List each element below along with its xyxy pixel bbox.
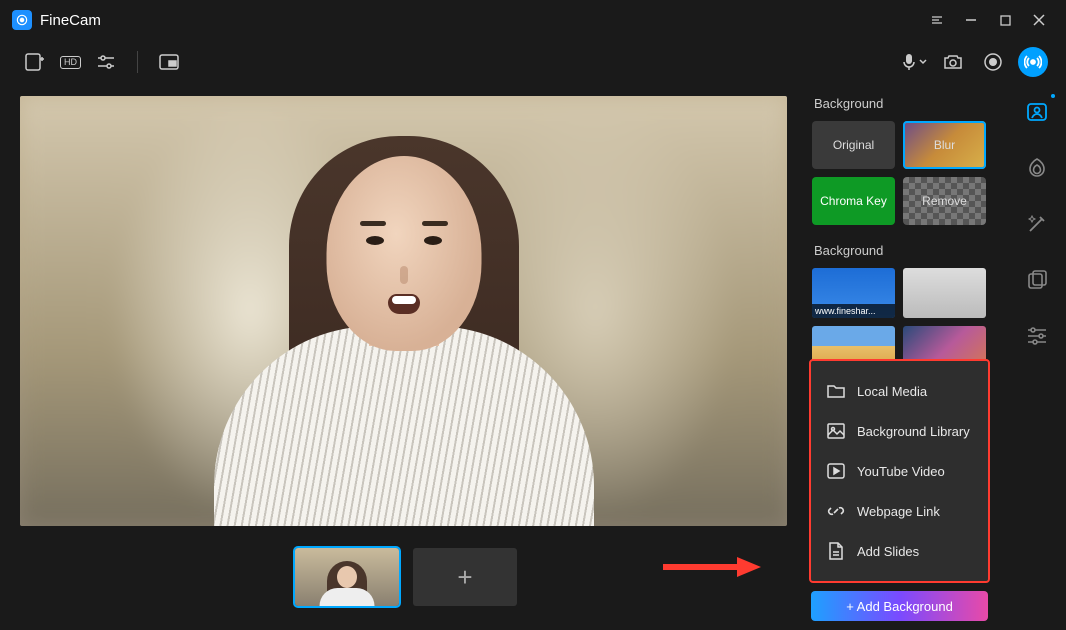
- mode-blur[interactable]: Blur: [903, 121, 986, 169]
- menu-background-library[interactable]: Background Library: [811, 411, 988, 451]
- rail-background-icon[interactable]: [1023, 98, 1051, 126]
- add-background-menu: Local Media Background Library YouTube V…: [809, 359, 990, 583]
- menu-youtube-video[interactable]: YouTube Video: [811, 451, 988, 491]
- right-rail: [1008, 84, 1066, 630]
- menu-local-media[interactable]: Local Media: [811, 371, 988, 411]
- menu-local-label: Local Media: [857, 384, 927, 399]
- menu-youtube-label: YouTube Video: [857, 464, 945, 479]
- menu-slides-label: Add Slides: [857, 544, 919, 559]
- menu-lines-icon[interactable]: [922, 5, 952, 35]
- image-icon: [827, 422, 845, 440]
- rail-adjust-icon[interactable]: [1023, 322, 1051, 350]
- add-background-label: + Add Background: [846, 599, 953, 614]
- add-scene-button[interactable]: +: [413, 548, 517, 606]
- hd-toggle[interactable]: HD: [60, 56, 81, 69]
- document-icon: [827, 542, 845, 560]
- link-icon: [827, 502, 845, 520]
- mode-original[interactable]: Original: [812, 121, 895, 169]
- annotation-arrow-icon: [663, 556, 761, 578]
- bg-tile-office[interactable]: [903, 268, 986, 318]
- app-title: FineCam: [40, 12, 101, 29]
- rail-overlay-icon[interactable]: [1023, 154, 1051, 182]
- chevron-down-icon: [918, 57, 928, 67]
- background-mode-grid: Original Blur Chroma Key Remove: [812, 121, 1000, 225]
- toolbar-left: HD: [20, 47, 184, 77]
- mode-remove[interactable]: Remove: [903, 177, 986, 225]
- titlebar: FineCam: [0, 0, 1066, 40]
- settings-sliders-icon[interactable]: [91, 47, 121, 77]
- mode-chroma-key[interactable]: Chroma Key: [812, 177, 895, 225]
- video-preview[interactable]: [20, 96, 787, 526]
- preview-column: +: [0, 84, 812, 630]
- menu-webpage-link[interactable]: Webpage Link: [811, 491, 988, 531]
- toolbar-divider: [137, 51, 138, 73]
- title-left: FineCam: [12, 10, 101, 30]
- broadcast-button[interactable]: [1018, 47, 1048, 77]
- menu-library-label: Background Library: [857, 424, 970, 439]
- rail-themes-icon[interactable]: [1023, 266, 1051, 294]
- play-icon: [827, 462, 845, 480]
- toolbar-right: [902, 47, 1048, 77]
- window-controls: [922, 5, 1054, 35]
- pip-icon[interactable]: [154, 47, 184, 77]
- add-background-button[interactable]: + Add Background: [811, 591, 988, 621]
- minimize-button[interactable]: [956, 5, 986, 35]
- maximize-button[interactable]: [990, 5, 1020, 35]
- app-logo-icon: [12, 10, 32, 30]
- rail-effects-icon[interactable]: [1023, 210, 1051, 238]
- panel-heading-modes: Background: [814, 96, 1000, 111]
- menu-webpage-label: Webpage Link: [857, 504, 940, 519]
- panel-heading-backgrounds: Background: [814, 243, 1000, 258]
- menu-add-slides[interactable]: Add Slides: [811, 531, 988, 571]
- mic-dropdown[interactable]: [902, 53, 928, 71]
- bg-tile-webpage[interactable]: [812, 268, 895, 318]
- record-icon[interactable]: [978, 47, 1008, 77]
- folder-icon: [827, 382, 845, 400]
- add-source-icon[interactable]: [20, 47, 50, 77]
- close-button[interactable]: [1024, 5, 1054, 35]
- top-toolbar: HD: [0, 40, 1066, 84]
- snapshot-icon[interactable]: [938, 47, 968, 77]
- scene-thumb-1[interactable]: [295, 548, 399, 606]
